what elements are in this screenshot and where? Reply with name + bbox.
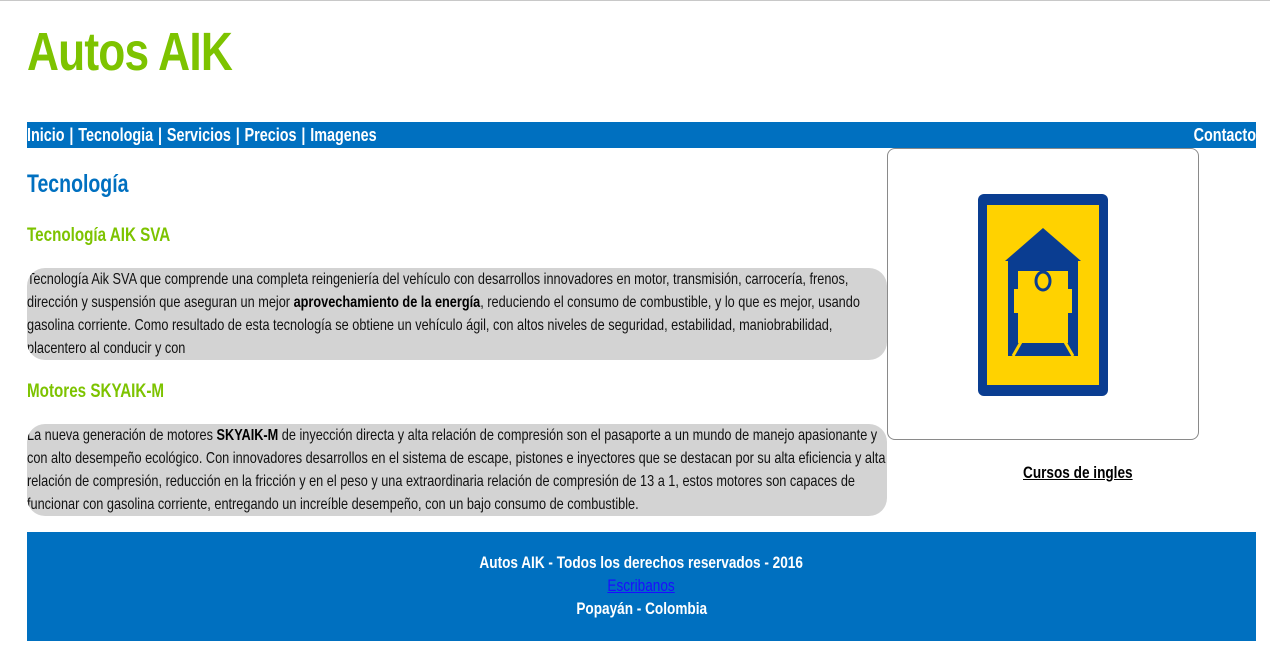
nav-link-tecnologia[interactable]: Tecnologia: [78, 125, 153, 145]
footer-location: Popayán - Colombia: [27, 598, 1256, 620]
subsection-title-skyaik: Motores SKYAIK-M: [27, 381, 165, 402]
paragraph-box-skyaik: La nueva generación de motores SKYAIK-M …: [27, 424, 887, 516]
paragraph-text: La nueva generación de motores: [27, 427, 217, 444]
image-frame: [887, 148, 1199, 440]
nav-separator: |: [69, 125, 74, 145]
nav-separator: |: [301, 125, 306, 145]
section-title: Tecnología: [27, 170, 129, 198]
main-navbar: Inicio | Tecnologia | Servicios | Precios | Imag…: [27, 122, 1256, 148]
transit-station-sign-icon: [978, 194, 1108, 396]
nav-link-imagenes[interactable]: Imagenes: [310, 125, 376, 145]
paragraph-bold-text: aprovechamiento de la energía: [293, 294, 481, 311]
nav-separator: |: [158, 125, 163, 145]
nav-link-contacto[interactable]: Contacto: [1194, 124, 1256, 146]
nav-links: Inicio | Tecnologia | Servicios | Precios | Imag…: [27, 124, 377, 146]
paragraph-bold-text: SKYAIK-M: [216, 427, 279, 444]
paragraph-aik-sva: Tecnología Aik SVA que comprende una com…: [27, 268, 887, 360]
top-border-line: [0, 0, 1270, 1]
paragraph-skyaik: La nueva generación de motores SKYAIK-M …: [27, 424, 887, 516]
footer-copyright: Autos AIK - Todos los derechos reservado…: [27, 552, 1256, 574]
english-courses-link[interactable]: Cursos de ingles: [1023, 462, 1133, 484]
footer-copyright-text: Autos AIK - Todos los derechos reservado…: [479, 553, 804, 572]
footer-contact: Escribanos: [27, 575, 1256, 597]
site-footer: Autos AIK - Todos los derechos reservado…: [27, 532, 1256, 641]
nav-link-precios[interactable]: Precios: [245, 125, 297, 145]
nav-separator: |: [235, 125, 240, 145]
nav-link-inicio[interactable]: Inicio: [27, 125, 65, 145]
site-title: Autos AIK: [27, 22, 233, 82]
paragraph-box-aik-sva: Tecnología Aik SVA que comprende una com…: [27, 268, 887, 360]
footer-location-text: Popayán - Colombia: [576, 599, 707, 618]
nav-link-servicios[interactable]: Servicios: [167, 125, 231, 145]
subsection-title-aik-sva: Tecnología AIK SVA: [27, 225, 171, 246]
footer-contact-link[interactable]: Escribanos: [608, 576, 675, 595]
